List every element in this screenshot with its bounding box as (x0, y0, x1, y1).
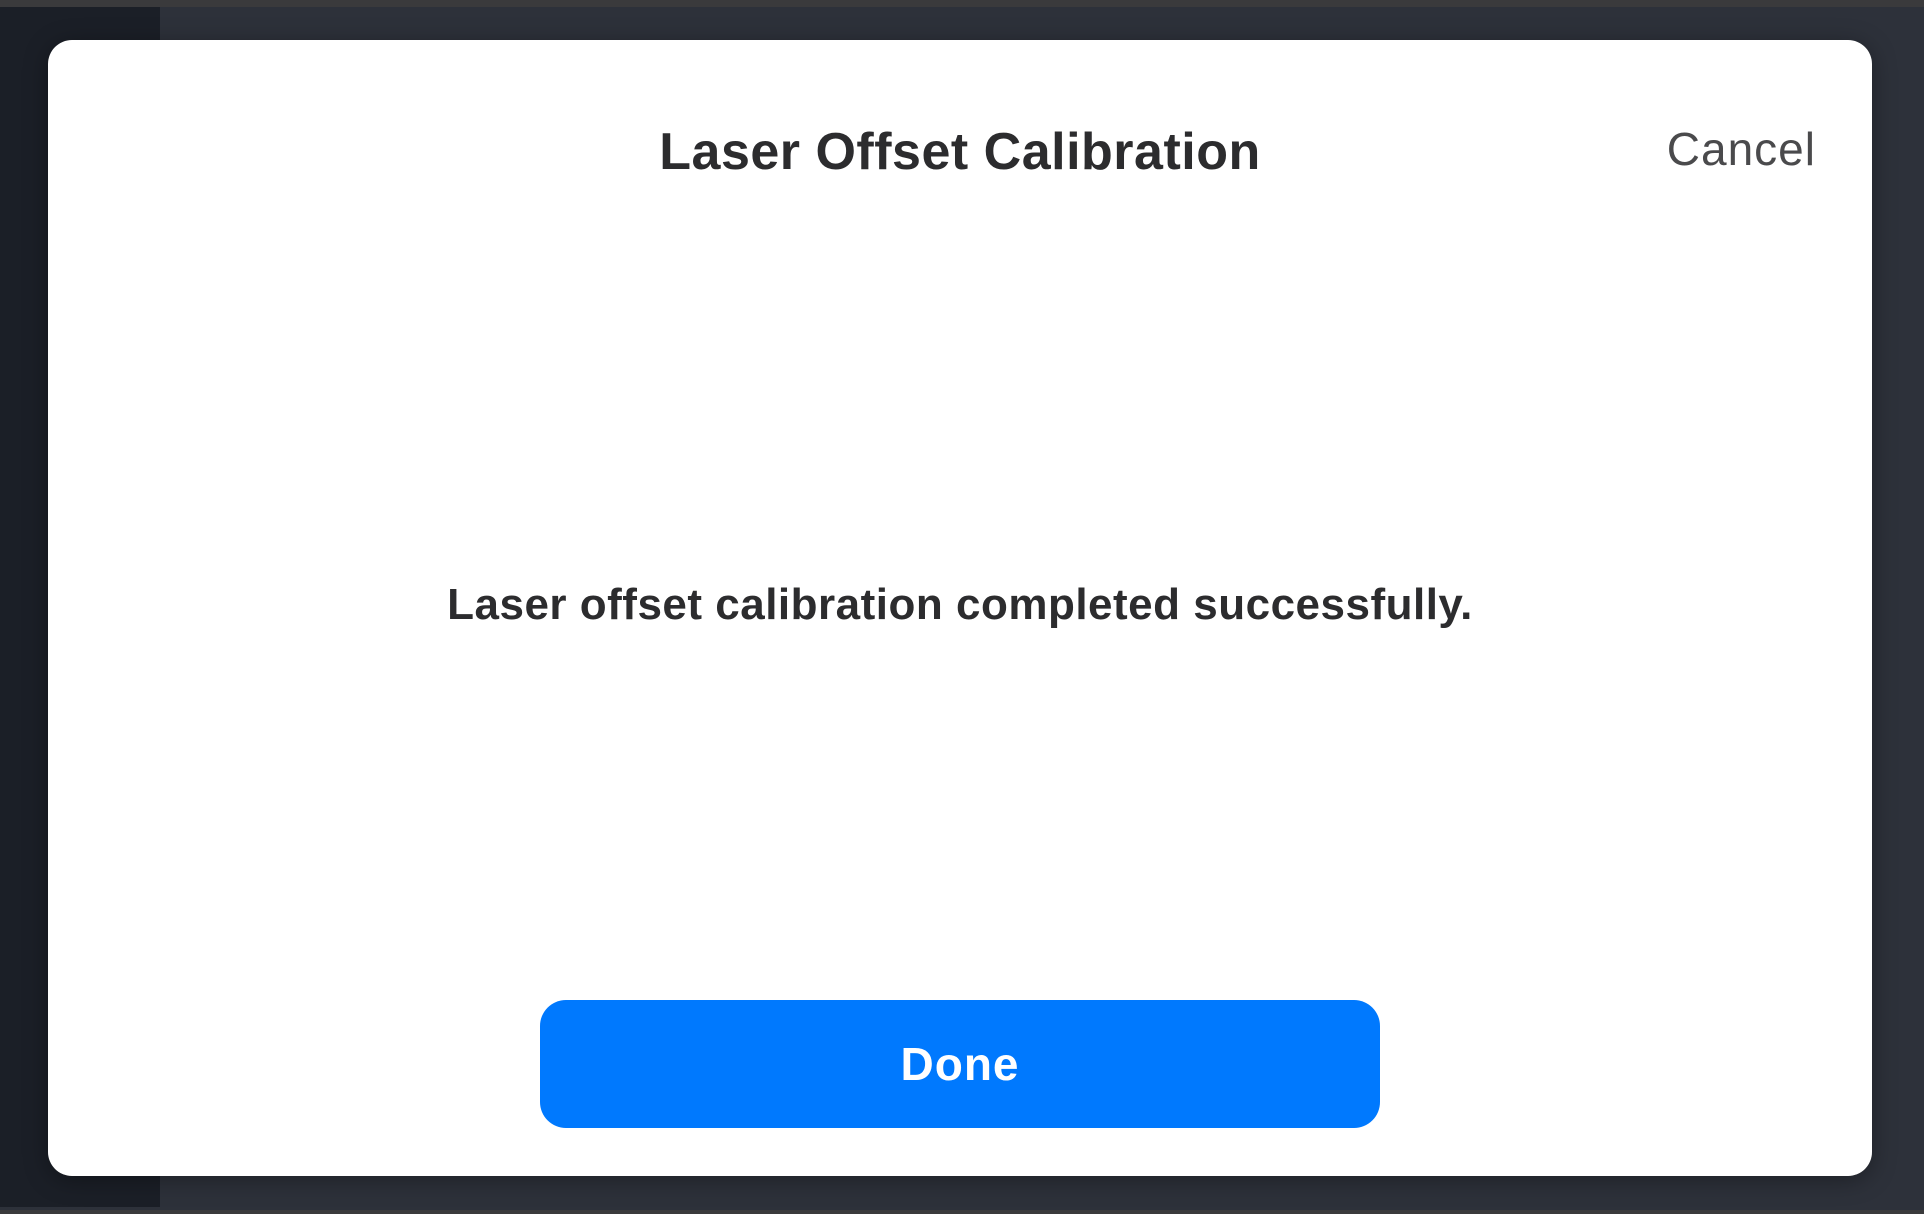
window-bottom-edge (0, 1210, 1924, 1214)
app-screen: Laser Offset Calibration Cancel Laser of… (0, 0, 1924, 1214)
calibration-dialog: Laser Offset Calibration Cancel Laser of… (48, 40, 1872, 1176)
done-button[interactable]: Done (540, 1000, 1380, 1128)
dialog-title: Laser Offset Calibration (659, 123, 1261, 181)
window-top-edge (0, 0, 1924, 7)
cancel-button[interactable]: Cancel (1667, 122, 1816, 176)
success-message: Laser offset calibration completed succe… (447, 580, 1473, 629)
